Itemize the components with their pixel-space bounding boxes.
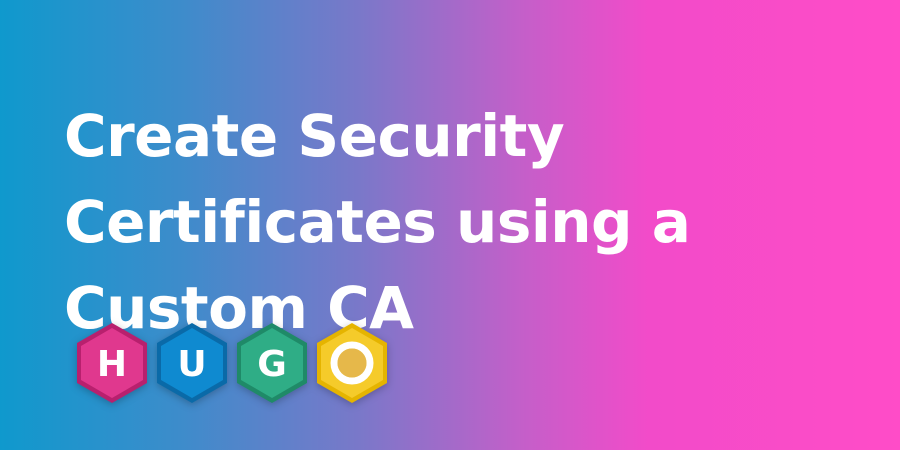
hugo-letter-u: U xyxy=(177,344,206,385)
hugo-letter-g: G xyxy=(257,344,287,385)
hugo-hex-u: U xyxy=(157,323,227,403)
hugo-letter-h: H xyxy=(97,344,127,385)
hugo-hex-g: G xyxy=(237,323,307,403)
title-line-1: Create Security xyxy=(64,102,565,170)
title-line-2: Certificates using a xyxy=(64,188,691,256)
hugo-hex-o: O xyxy=(317,323,387,403)
page-title: Create Security Certificates using a Cus… xyxy=(64,93,824,351)
banner: Create Security Certificates using a Cus… xyxy=(0,0,900,450)
hugo-letter-o-center xyxy=(337,348,367,378)
hugo-logo: H U G O xyxy=(77,323,387,403)
hugo-hex-h: H xyxy=(77,323,147,403)
